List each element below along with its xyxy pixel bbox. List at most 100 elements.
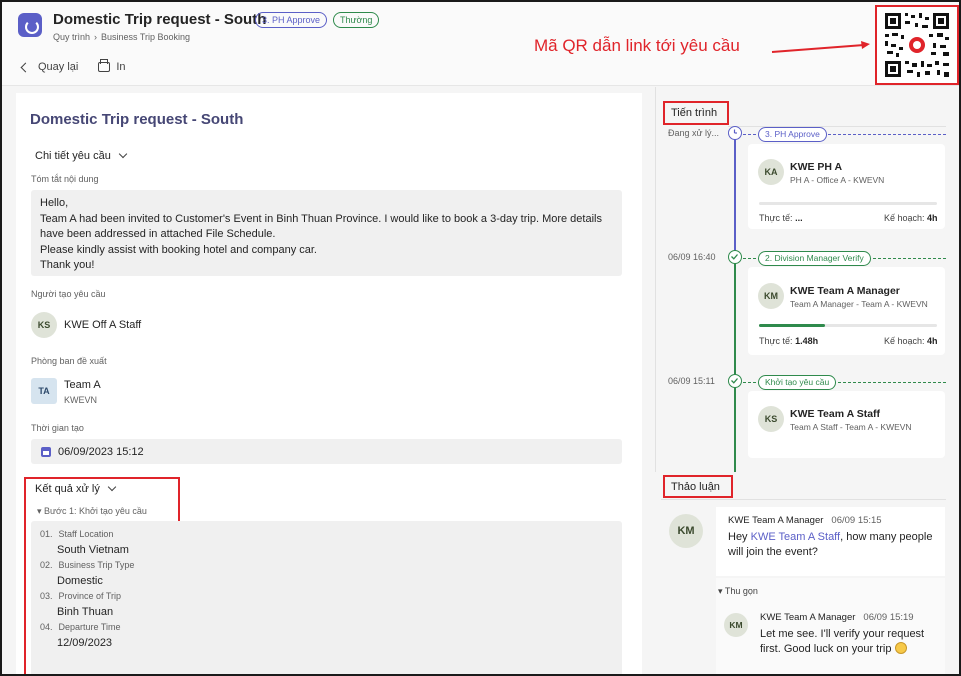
chevron-down-icon (107, 482, 117, 492)
caret-down-icon: ▾ (37, 506, 45, 516)
result-item-label-text: Province of Trip (58, 591, 122, 601)
timeline-step-time: 06/09 16:40 (668, 252, 716, 262)
collapse-label: Thu gọn (724, 586, 758, 596)
message-time: 06/09 15:15 (831, 515, 882, 526)
message-body: Let me see. I'll verify your request fir… (760, 627, 942, 657)
mention-link[interactable]: KWE Team A Staff (751, 531, 840, 543)
step-progress-fill (759, 324, 825, 327)
created-time-value: 06/09/2023 15:12 (58, 445, 144, 458)
result-item-label: 04. Departure Time (40, 622, 622, 632)
actual-time: Thực tế: ... (759, 213, 803, 223)
message-time: 06/09 15:19 (863, 612, 914, 623)
result-item-label-text: Staff Location (58, 529, 114, 539)
annotation-arrow-icon (771, 41, 870, 53)
timeline-divider (728, 126, 946, 127)
smile-emoji-icon (894, 642, 907, 654)
summary-line: Team A had been invited to Customer's Ev… (40, 212, 602, 225)
breadcrumb: Quy trình › Business Trip Booking (53, 32, 190, 42)
department-avatar: TA (31, 378, 57, 404)
result-item-num: 02. (40, 560, 53, 570)
timeline-step-pill: 2. Division Manager Verify (758, 251, 871, 266)
print-button[interactable]: In (98, 59, 126, 73)
details-section-toggle[interactable]: Chi tiết yêu cầu (35, 149, 128, 162)
reply-message[interactable]: KWE Team A Manager 06/09 15:19 Let me see… (760, 612, 942, 657)
caret-down-icon: ▾ (718, 586, 725, 596)
message-text: Hey (728, 531, 751, 543)
toolbar: Quay lại In (20, 59, 126, 73)
chevron-left-icon (20, 62, 31, 72)
print-label: In (116, 61, 126, 73)
timeline-title: Tiến trình (671, 107, 718, 119)
assignee-name: KWE Team A Staff (790, 408, 881, 420)
plan-time: Kế hoạch: 4h (884, 336, 938, 346)
result-item-label: 03. Province of Trip (40, 591, 622, 601)
department-name: Team A (64, 379, 101, 391)
breadcrumb-workflow[interactable]: Business Trip Booking (101, 32, 190, 42)
phase-badge: 3. PH Approve (255, 12, 328, 28)
qr-annotation-note: Mã QR dẫn link tới yêu cầu (534, 36, 740, 55)
result-item-num: 03. (40, 591, 53, 601)
qr-code-icon (883, 11, 951, 79)
result-item: 01. Staff Location South Vietnam (40, 529, 622, 556)
collapse-thread-button[interactable]: ▾ Thu gọn (718, 586, 758, 597)
qr-code-box[interactable] (875, 5, 959, 85)
message-card[interactable]: KWE Team A Manager 06/09 15:15 Hey KWE Te… (716, 507, 945, 576)
message-body: Hey KWE Team A Staff, how many people wi… (728, 530, 933, 560)
timeline-step-time: Đang xử lý... (668, 128, 720, 138)
message-author: KWE Team A Manager (728, 515, 824, 526)
result-item-value: Binh Thuan (57, 606, 114, 618)
timeline-step-pill: Khởi tạo yêu cầu (758, 375, 837, 390)
back-label: Quay lại (38, 61, 79, 73)
check-circle-icon (728, 250, 742, 264)
request-title: Domestic Trip request - South (53, 11, 267, 28)
plan-time: Kế hoạch: 4h (884, 213, 938, 223)
timeline-step-pill: 3. PH Approve (758, 127, 827, 142)
summary-line: have been addressed in attached File Sch… (40, 228, 276, 240)
step-label[interactable]: ▾ Bước 1: Khởi tạo yêu cầu (37, 506, 147, 517)
clock-icon (728, 126, 742, 140)
result-item-num: 04. (40, 622, 53, 632)
assignee-sub: PH A - Office A - KWEVN (790, 175, 885, 185)
assignee-avatar: KA (758, 159, 784, 185)
breadcrumb-separator: › (94, 32, 98, 42)
department-sub: KWEVN (64, 395, 98, 405)
message-header: KWE Team A Manager 06/09 15:15 (728, 515, 933, 526)
creator-label: Người tạo yêu cầu (31, 289, 106, 299)
result-item-label-text: Business Trip Type (58, 560, 135, 570)
created-time-field: 06/09/2023 15:12 (31, 439, 622, 464)
back-button[interactable]: Quay lại (20, 61, 79, 73)
workflow-app-icon (18, 13, 42, 37)
actual-label: Thực tế: (759, 336, 793, 346)
timeline-rail-pending (734, 132, 736, 252)
plan-value: 4h (927, 336, 938, 346)
reply-avatar: KM (724, 613, 748, 637)
discussion-title: Thảo luận (671, 481, 720, 493)
message-avatar: KM (669, 514, 703, 548)
step-progress (759, 202, 937, 205)
actual-value: 1.48h (795, 336, 819, 346)
created-time-label: Thời gian tạo (31, 423, 84, 433)
department-label: Phòng ban đề xuất (31, 356, 107, 366)
result-list: 01. Staff Location South Vietnam 02. Busin… (31, 521, 622, 674)
result-section-toggle[interactable]: Kết quả xử lý (35, 482, 117, 495)
plan-label: Kế hoạch: (884, 213, 925, 223)
assignee-name: KWE PH A (790, 161, 843, 173)
priority-badge: Thường (333, 12, 380, 28)
result-item: 03. Province of Trip Binh Thuan (40, 591, 622, 618)
form-title: Domestic Trip request - South (30, 111, 244, 128)
creator-name[interactable]: KWE Off A Staff (64, 319, 141, 331)
summary-line: Thank you! (40, 259, 95, 271)
calendar-icon (41, 446, 51, 457)
app-window: Domestic Trip request - South 3. PH Appr… (0, 0, 961, 676)
assignee-avatar: KS (758, 406, 784, 432)
actual-time: Thực tế: 1.48h (759, 336, 818, 346)
breadcrumb-process[interactable]: Quy trình (53, 32, 90, 42)
assignee-sub: Team A Staff - Team A - KWEVN (790, 422, 912, 432)
result-item-num: 01. (40, 529, 53, 539)
assignee-name: KWE Team A Manager (790, 285, 900, 297)
discussion-divider (661, 499, 946, 500)
check-mark (731, 254, 738, 260)
result-item-value: Domestic (57, 575, 103, 587)
message-header: KWE Team A Manager 06/09 15:19 (760, 612, 942, 623)
result-section-label: Kết quả xử lý (35, 483, 100, 495)
